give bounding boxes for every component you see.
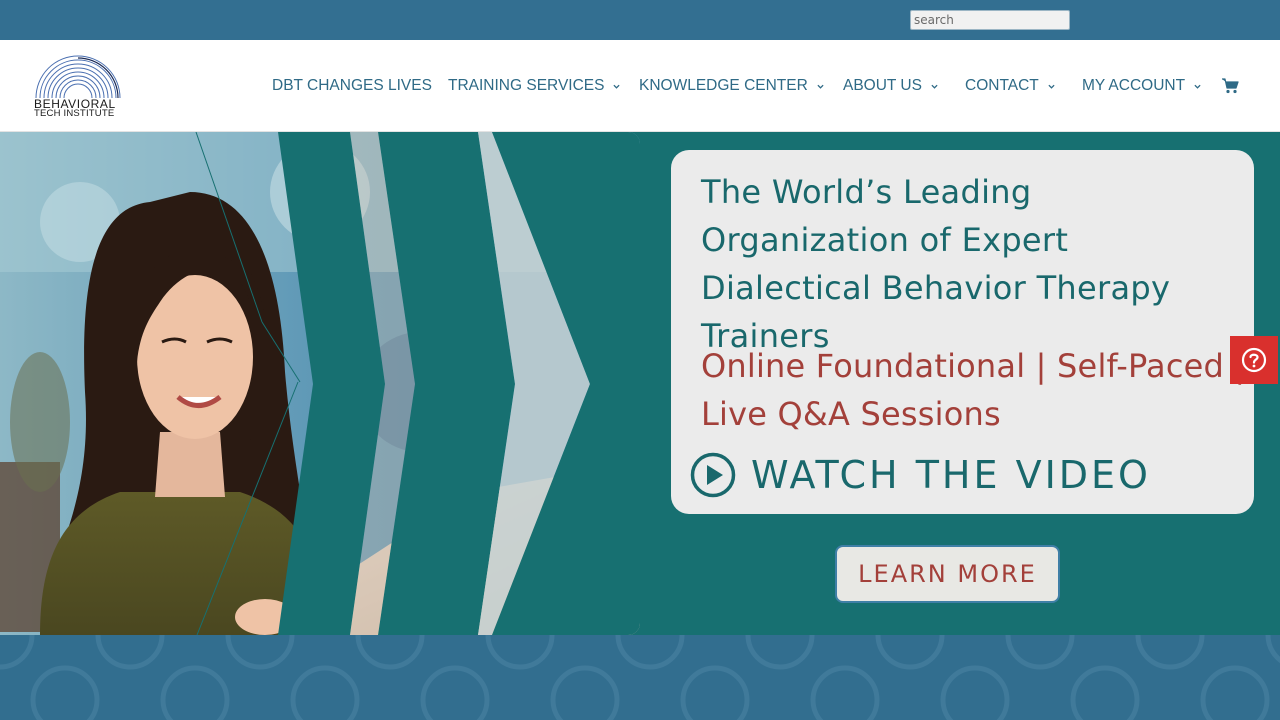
chevron-down-icon [1048,84,1055,89]
hero-banner: The World’s Leading Organization of Expe… [0,132,1280,635]
nav-item-label: ABOUT US [843,77,922,94]
hero-subtitle: Online Foundational | Self-Paced | Live … [701,347,1246,433]
site-header: BEHAVIORAL TECH INSTITUTE DBT CHANGES LI… [0,40,1280,132]
hero-title: The World’s Leading Organization of Expe… [701,173,1171,355]
chevron-down-icon [817,84,824,89]
top-bar [0,0,1280,40]
nav-item-my-account[interactable]: MY ACCOUNT [1082,76,1201,96]
help-button[interactable] [1230,336,1278,384]
main-nav: DBT CHANGES LIVES TRAINING SERVICES KNOW… [0,40,1280,132]
chevron-down-icon [931,84,938,89]
nav-item-label: CONTACT [965,77,1039,94]
nav-item-label: TRAINING SERVICES [448,77,605,94]
woman-with-laptop-image [0,132,640,635]
learn-more-label: LEARN MORE [858,560,1037,588]
search-input[interactable] [910,10,1070,30]
hero-card: The World’s Leading Organization of Expe… [671,150,1254,514]
nav-item-label: MY ACCOUNT [1082,77,1186,94]
nav-item-contact[interactable]: CONTACT [965,76,1055,96]
shopping-cart-icon[interactable] [1221,77,1239,95]
play-circle-icon [690,452,736,498]
chevron-down-icon [1194,84,1201,89]
nav-item-label: KNOWLEDGE CENTER [639,77,808,94]
nav-item-knowledge-center[interactable]: KNOWLEDGE CENTER [639,76,824,96]
chevron-down-icon [613,84,621,89]
question-circle-icon [1241,347,1267,373]
nav-item-about-us[interactable]: ABOUT US [843,76,938,96]
decorative-circle-pattern [0,635,1280,720]
hero-photo [0,132,640,635]
nav-item-training-services[interactable]: TRAINING SERVICES [448,76,621,96]
nav-item-dbt-changes-lives[interactable]: DBT CHANGES LIVES [272,76,432,96]
circle-pattern-background [0,635,1280,720]
watch-video-label: WATCH THE VIDEO [751,453,1151,497]
learn-more-button[interactable]: LEARN MORE [835,545,1060,603]
nav-item-label: DBT CHANGES LIVES [272,77,432,94]
watch-video-button[interactable]: WATCH THE VIDEO [690,450,1151,500]
